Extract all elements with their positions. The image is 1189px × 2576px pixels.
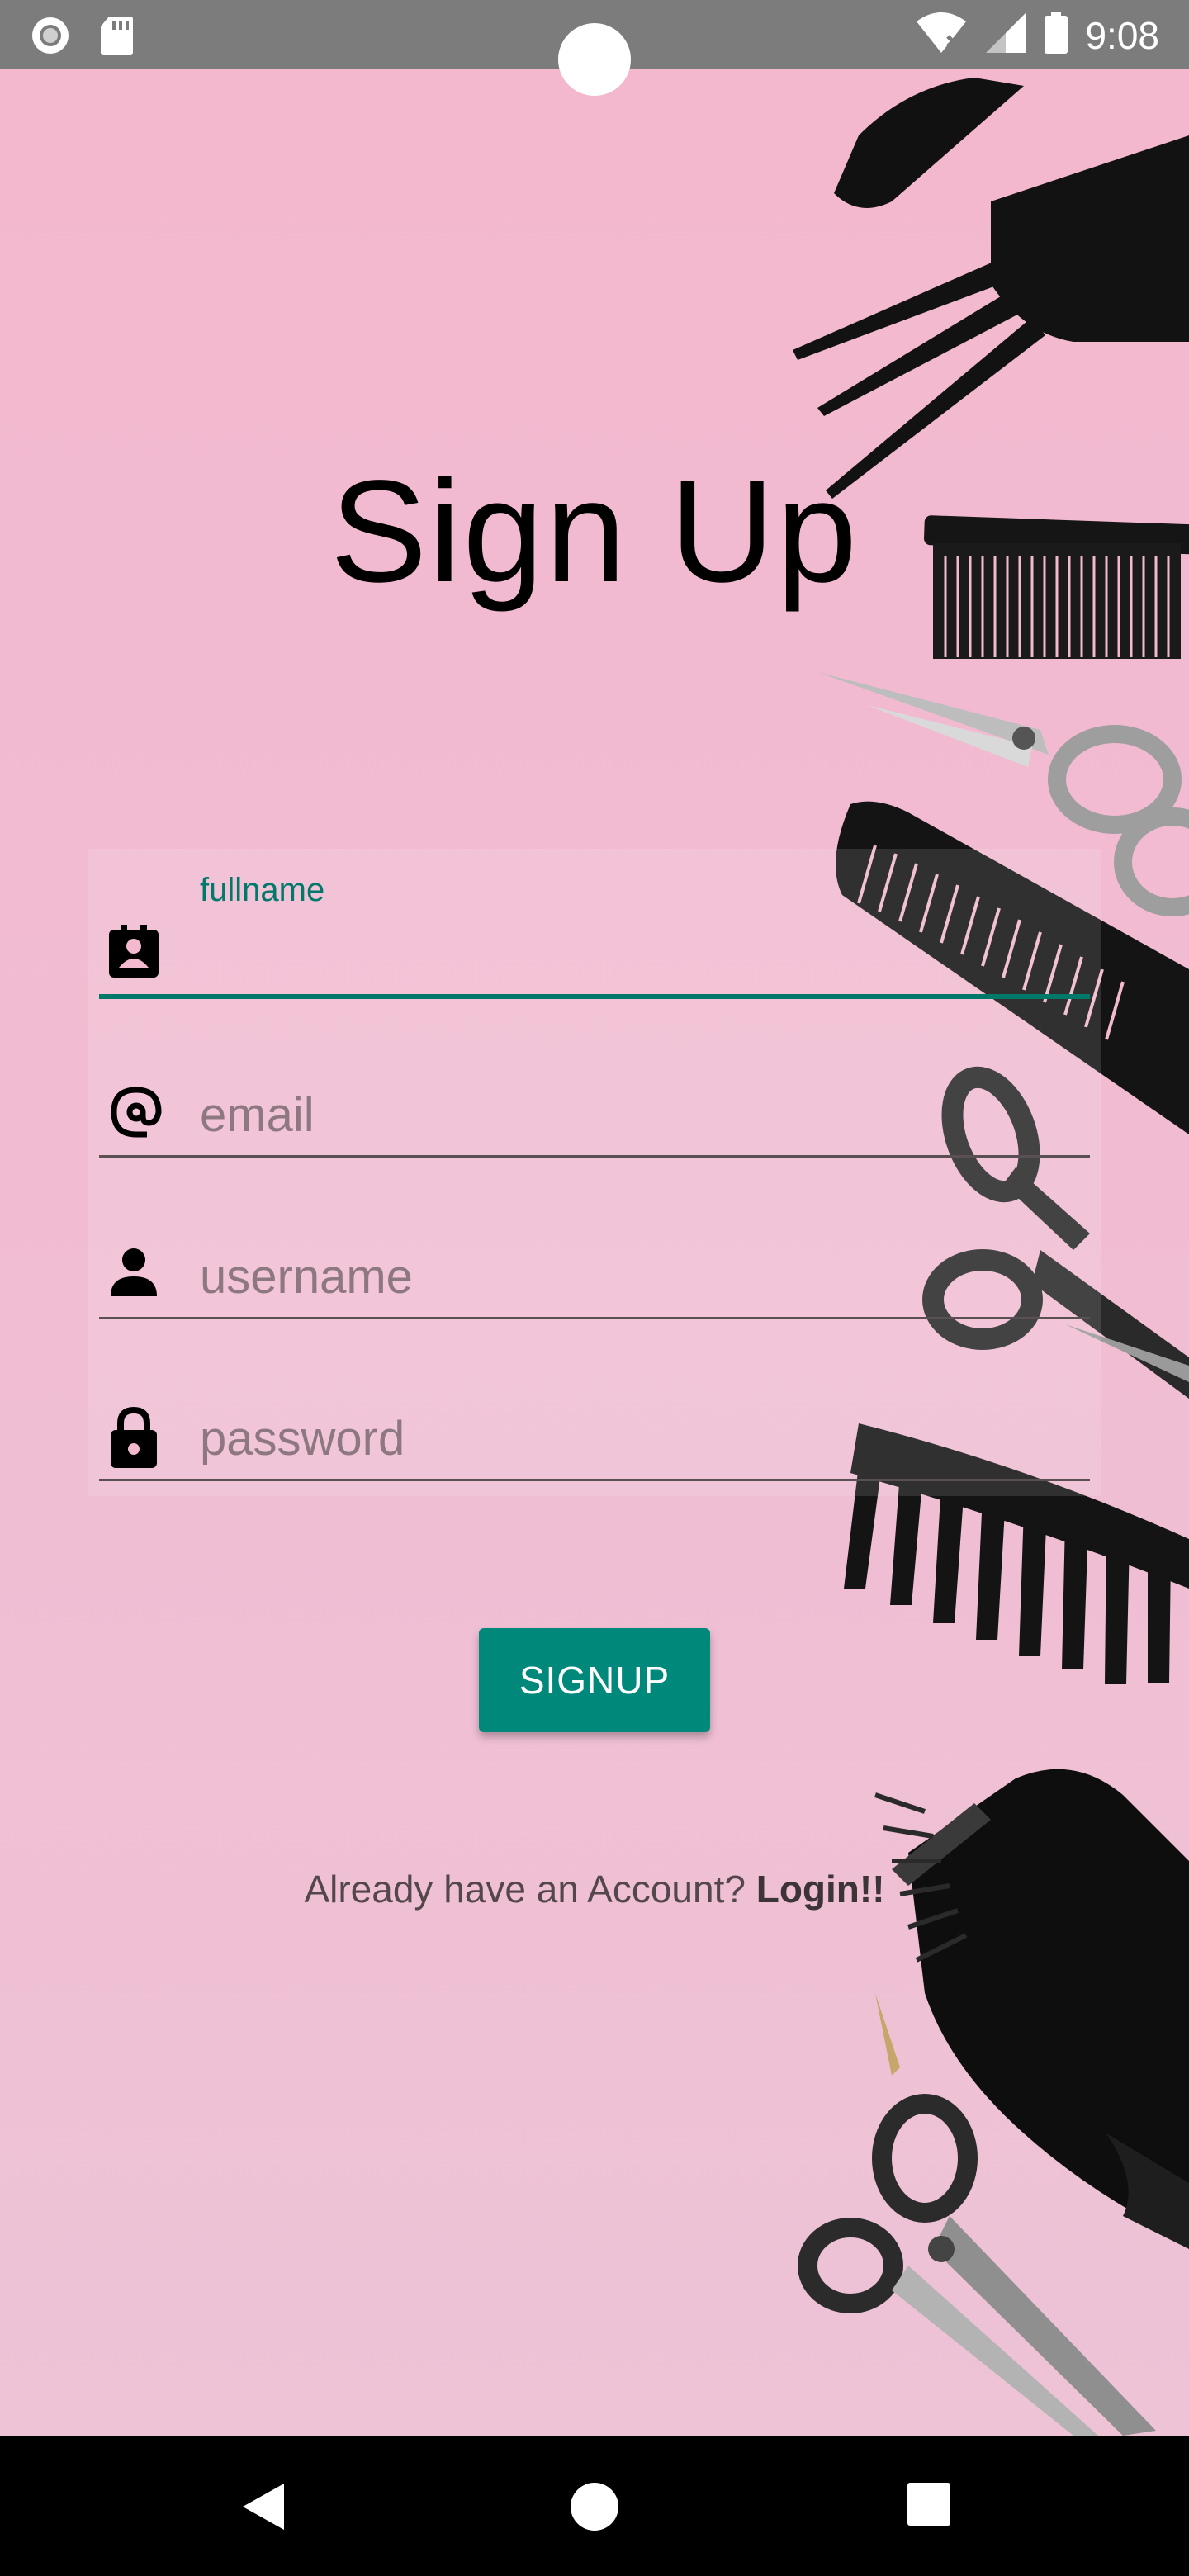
signup-form: fullname email username password <box>88 849 1101 1496</box>
record-icon <box>30 15 71 60</box>
password-underline <box>99 1479 1090 1481</box>
person-icon <box>107 1245 160 1298</box>
wifi-icon <box>915 12 968 59</box>
navigation-bar <box>0 2436 1189 2576</box>
sd-card-icon <box>99 15 134 60</box>
battery-icon <box>1044 12 1068 59</box>
lock-icon <box>107 1406 160 1468</box>
back-icon[interactable] <box>239 2482 286 2536</box>
at-sign-icon <box>107 1083 162 1138</box>
signup-button[interactable]: SIGNUP <box>479 1628 710 1732</box>
page-title: Sign Up <box>329 451 860 613</box>
email-underline <box>99 1155 1090 1158</box>
username-underline <box>99 1317 1090 1319</box>
contact-card-icon <box>107 925 160 978</box>
fullname-field[interactable]: fullname <box>99 872 1090 999</box>
username-input[interactable]: username <box>200 1248 413 1306</box>
email-field[interactable]: email <box>99 1050 1090 1158</box>
signup-screen: Sign Up fullname email username password… <box>0 69 1189 2436</box>
email-input[interactable]: email <box>200 1087 315 1144</box>
login-prompt: Already have an Account? Login!! <box>0 1864 1189 1914</box>
login-link[interactable]: Login!! <box>756 1868 885 1911</box>
fullname-underline <box>99 994 1090 999</box>
cell-signal-icon <box>984 12 1027 59</box>
home-icon[interactable] <box>570 2482 619 2536</box>
fullname-floating-label: fullname <box>200 872 325 908</box>
recents-icon[interactable] <box>907 2482 951 2531</box>
username-field[interactable]: username <box>99 1212 1090 1319</box>
password-field[interactable]: password <box>99 1374 1090 1481</box>
login-prompt-text: Already have an Account? <box>304 1868 756 1911</box>
password-input[interactable]: password <box>200 1410 405 1468</box>
clock: 9:08 <box>1085 13 1159 57</box>
camera-cutout <box>558 23 631 96</box>
